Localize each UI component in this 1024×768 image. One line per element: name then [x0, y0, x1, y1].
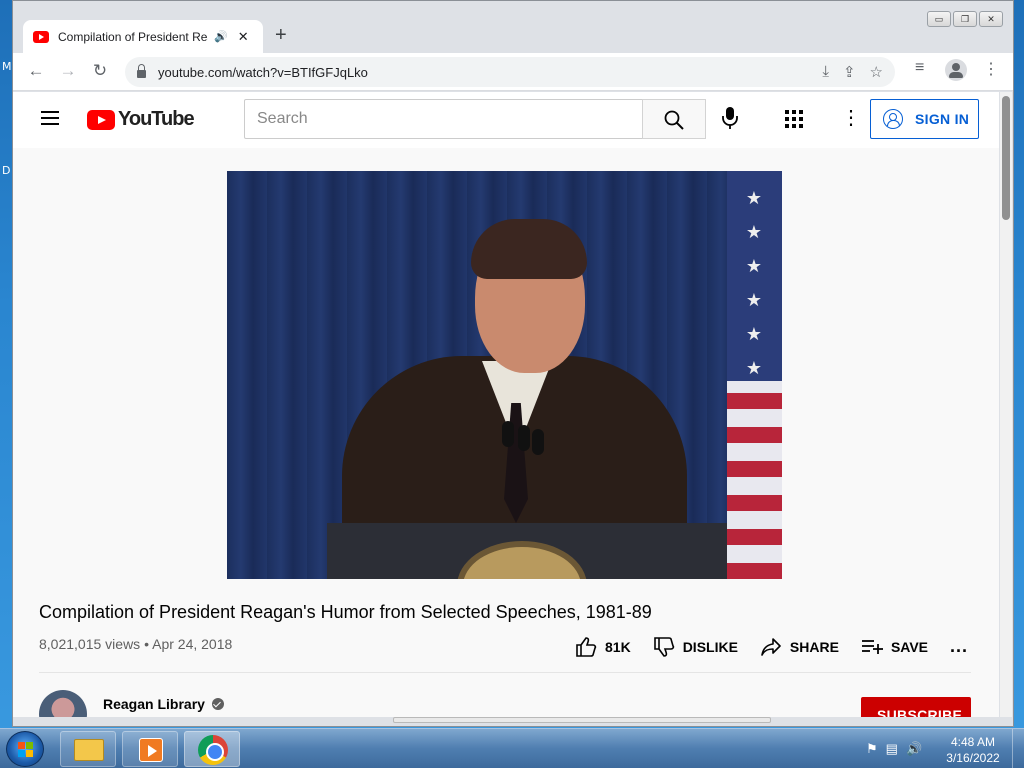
new-tab-button[interactable]: + — [275, 25, 287, 45]
vertical-scrollbar[interactable] — [1000, 92, 1012, 717]
show-desktop-button[interactable] — [1012, 729, 1024, 768]
desktop-fragment-2: D — [2, 164, 11, 177]
clock-date: 3/16/2022 — [946, 751, 1000, 765]
scrollbar-thumb[interactable] — [1002, 96, 1010, 220]
dislike-label: DISLIKE — [682, 638, 738, 655]
thumbs-down-icon — [653, 636, 674, 657]
media-player-icon — [139, 738, 163, 762]
save-button[interactable]: SAVE — [861, 638, 928, 656]
profile-button[interactable] — [945, 59, 967, 81]
youtube-logo[interactable]: YouTube — [87, 108, 195, 131]
apps-grid-icon[interactable] — [785, 110, 803, 128]
share-icon[interactable]: ⇪ — [843, 63, 856, 81]
share-arrow-icon — [761, 637, 781, 656]
verified-badge-icon — [211, 698, 224, 710]
tab-strip: Compilation of President Rea 🔊 ✕ + ▭ ❐ ✕ — [13, 1, 1013, 53]
flag-stars: ★ ★ ★ ★ ★ ★ — [745, 188, 763, 378]
tab-title: Compilation of President Rea — [58, 29, 208, 44]
channel-avatar[interactable] — [39, 690, 87, 717]
speaker-icon[interactable]: 🔊 — [214, 30, 228, 43]
browser-menu-icon[interactable]: ⋮ — [983, 59, 999, 79]
dislike-button[interactable]: DISLIKE — [653, 636, 738, 657]
more-options-icon[interactable]: ⋮ — [841, 108, 861, 128]
youtube-masthead: YouTube ⋮ SIGN IN — [13, 92, 999, 148]
url-text[interactable]: youtube.com/watch?v=BTIfGFJqLko — [158, 65, 368, 80]
taskbar-chrome[interactable] — [184, 731, 240, 767]
windows-logo-icon — [18, 742, 34, 757]
browser-toolbar: ← → ↻ youtube.com/watch?v=BTIfGFJqLko ⤓ … — [13, 53, 1013, 91]
like-count: 81K — [605, 638, 631, 655]
channel-name-link[interactable]: Reagan Library — [103, 696, 224, 712]
horizontal-scrollbar[interactable] — [393, 717, 771, 723]
start-button[interactable] — [6, 731, 44, 767]
profile-icon — [945, 59, 967, 81]
volume-icon[interactable]: 🔊 — [906, 741, 922, 757]
windows-taskbar: ⚑ ▤ 🔊 4:48 AM 3/16/2022 — [0, 728, 1024, 768]
channel-name: Reagan Library — [103, 696, 205, 712]
chrome-icon — [198, 735, 228, 765]
youtube-favicon-icon — [33, 30, 49, 43]
upload-date: Apr 24, 2018 — [152, 636, 233, 652]
search-icon — [664, 110, 684, 130]
reload-button[interactable]: ↻ — [89, 61, 111, 81]
voice-search-button[interactable] — [722, 106, 738, 135]
thumbs-up-icon — [576, 636, 597, 657]
playlist-add-icon — [861, 639, 883, 654]
clock-time: 4:48 AM — [950, 735, 996, 749]
folder-icon — [74, 739, 104, 761]
address-bar[interactable]: youtube.com/watch?v=BTIfGFJqLko ⤓ ⇪ ☆ — [125, 57, 895, 87]
view-count: 8,021,015 views — [39, 636, 141, 652]
search-box[interactable] — [244, 99, 643, 139]
video-meta: 8,021,015 views • Apr 24, 2018 — [39, 636, 232, 652]
video-actions: 81K DISLIKE SHARE SAVE ... — [575, 636, 990, 657]
taskbar-file-explorer[interactable] — [60, 731, 116, 767]
subscribe-button[interactable]: SUBSCRIBE — [861, 697, 971, 717]
more-actions-button[interactable]: ... — [950, 636, 968, 657]
omnibox-actions: ⤓ ⇪ ☆ — [822, 63, 883, 81]
desktop-fragment-1: M — [2, 60, 12, 73]
window-controls: ▭ ❐ ✕ — [927, 11, 1003, 27]
like-button[interactable]: 81K — [575, 636, 631, 657]
tab-youtube[interactable]: Compilation of President Rea 🔊 ✕ — [23, 20, 263, 53]
account-icon — [883, 109, 903, 129]
action-center-flag-icon[interactable]: ⚑ — [866, 741, 878, 757]
save-label: SAVE — [890, 638, 929, 655]
forward-button[interactable]: → — [57, 61, 79, 81]
hamburger-menu-icon[interactable] — [41, 111, 59, 125]
back-button[interactable]: ← — [25, 61, 47, 81]
search-button[interactable] — [642, 99, 706, 139]
microphone-icon — [722, 107, 738, 129]
minimize-button[interactable]: ▭ — [927, 11, 951, 27]
podium-microphones — [492, 421, 552, 531]
restore-button[interactable]: ❐ — [953, 11, 977, 27]
star-icon[interactable]: ☆ — [870, 63, 883, 81]
media-queue-icon[interactable]: ≡ — [915, 59, 924, 77]
search-input[interactable] — [245, 100, 642, 138]
meta-separator: • — [144, 636, 149, 652]
sign-in-label: SIGN IN — [915, 111, 970, 127]
share-label: SHARE — [789, 638, 839, 655]
taskbar-media-player[interactable] — [122, 731, 178, 767]
youtube-page: YouTube ⋮ SIGN IN ★★★★★★ — [13, 92, 999, 717]
sign-in-button[interactable]: SIGN IN — [870, 99, 979, 139]
divider — [39, 672, 971, 673]
taskbar-clock[interactable]: 4:48 AM 3/16/2022 — [940, 734, 1006, 766]
install-icon[interactable]: ⤓ — [822, 63, 829, 81]
video-player[interactable]: ★ ★ ★ ★ ★ ★ — [227, 171, 782, 579]
browser-window: Compilation of President Rea 🔊 ✕ + ▭ ❐ ✕… — [12, 0, 1014, 727]
close-icon[interactable]: ✕ — [238, 29, 249, 45]
system-tray: ⚑ ▤ 🔊 — [866, 741, 922, 757]
close-window-button[interactable]: ✕ — [979, 11, 1003, 27]
lock-icon[interactable] — [137, 64, 146, 78]
network-icon[interactable]: ▤ — [886, 741, 898, 757]
video-title: Compilation of President Reagan's Humor … — [39, 602, 652, 622]
youtube-play-icon — [87, 109, 115, 130]
youtube-wordmark: YouTube — [118, 108, 195, 130]
speaker-hair — [471, 219, 587, 279]
share-button[interactable]: SHARE — [760, 637, 839, 657]
